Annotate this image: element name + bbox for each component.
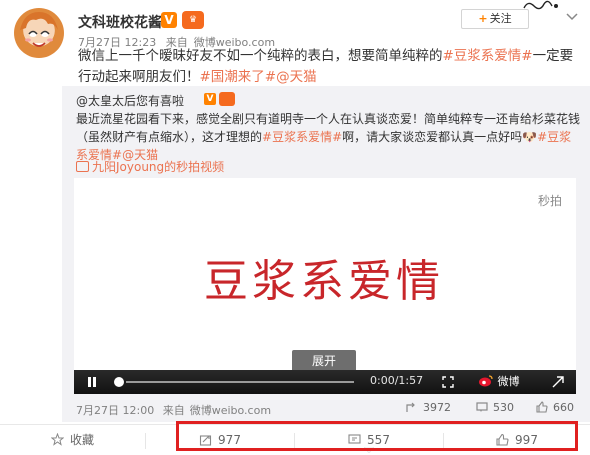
dog-emoji-icon: 🐶 — [522, 130, 538, 144]
annotation-highlight-box — [176, 421, 578, 451]
original-like-value: 660 — [553, 401, 574, 414]
video-player[interactable]: 秒拍 豆浆系爱情 展开 0:00/1:57 微博 — [74, 178, 576, 394]
original-like-count[interactable]: 660 — [536, 400, 574, 416]
original-text-part-2: 啊，请大家谈恋爱都认真一点好吗 — [342, 130, 523, 144]
video-link[interactable]: 九阳Joyoung的秒拍视频 — [76, 158, 224, 175]
mention-link[interactable]: @天猫 — [276, 69, 317, 85]
weibo-logo-icon — [479, 375, 493, 387]
video-icon — [76, 161, 89, 172]
video-title-art: 豆浆系爱情 — [204, 256, 444, 307]
video-share-icon[interactable] — [552, 376, 564, 388]
scrub-handle[interactable] — [114, 377, 124, 387]
original-stats: 3972 530 660 — [406, 400, 582, 416]
hashtag-link[interactable]: #国潮来了# — [200, 69, 277, 85]
member-crown-icon: ♛ — [182, 11, 204, 29]
original-repost-count[interactable]: 3972 — [406, 400, 451, 416]
post-text-part-1: 微信上一千个暧昧好友不如一个纯粹的表白，想要简单纯粹的 — [78, 48, 443, 64]
follow-label: 关注 — [489, 12, 512, 25]
expand-button[interactable]: 展开 — [292, 350, 356, 372]
original-source[interactable]: 微博weibo.com — [190, 404, 271, 417]
user-name[interactable]: 文科班校花酱 — [78, 12, 162, 32]
video-link-label: 九阳Joyoung的秒拍视频 — [92, 160, 225, 174]
original-user-link[interactable]: @太皇太后您有喜啦 — [76, 92, 184, 109]
thumbs-up-icon — [536, 401, 548, 413]
video-watermark: 秒拍 — [537, 194, 562, 208]
original-comment-count[interactable]: 530 — [476, 400, 514, 416]
favorite-button[interactable]: 收藏 — [0, 425, 145, 455]
original-time[interactable]: 7月27日 12:00 — [76, 404, 154, 417]
source-prefix: 来自 — [162, 404, 185, 417]
reposted-content: @太皇太后您有喜啦 V 最近流星花园看下来，感觉全剧只有道明寺一个人在认真谈恋爱… — [62, 86, 590, 422]
original-text: 最近流星花园看下来，感觉全剧只有道明寺一个人在认真谈恋爱！简单纯粹专一还肯给杉菜… — [76, 110, 580, 164]
fullscreen-icon[interactable] — [442, 376, 454, 388]
follow-button[interactable]: + 关注 — [461, 9, 529, 29]
original-comment-value: 530 — [493, 401, 514, 414]
original-repost-value: 3972 — [423, 401, 451, 414]
video-time: 0:00/1:57 — [370, 374, 424, 387]
star-icon — [50, 432, 65, 446]
weibo-brand: 微博 — [478, 373, 538, 391]
member-crown-icon — [219, 92, 235, 106]
comment-icon — [476, 402, 488, 412]
user-avatar[interactable] — [14, 8, 64, 58]
hashtag-link[interactable]: #豆浆系爱情# — [443, 48, 533, 64]
weibo-brand-label: 微博 — [497, 375, 520, 388]
svg-text:豆浆系爱情: 豆浆系爱情 — [204, 256, 444, 307]
hashtag-link[interactable]: #豆浆系爱情# — [262, 130, 342, 144]
verified-badge-icon: V — [161, 12, 177, 28]
repost-icon — [406, 402, 415, 412]
progress-track[interactable] — [126, 381, 354, 383]
plus-icon: + — [478, 12, 488, 25]
original-meta: 7月27日 12:00 来自 微博weibo.com — [76, 402, 276, 418]
pause-icon[interactable] — [86, 376, 98, 388]
verified-badge-icon: V — [204, 93, 216, 105]
video-controls: 0:00/1:57 微博 — [74, 370, 576, 394]
favorite-label: 收藏 — [69, 433, 94, 447]
post-text: 微信上一千个暧昧好友不如一个纯粹的表白，想要简单纯粹的#豆浆系爱情#一定要行动起… — [78, 46, 578, 88]
weibo-post: 文科班校花酱 V ♛ 7月27日 12:23 来自 微博weibo.com + 关注… — [0, 0, 590, 455]
chevron-down-icon[interactable] — [565, 9, 579, 23]
